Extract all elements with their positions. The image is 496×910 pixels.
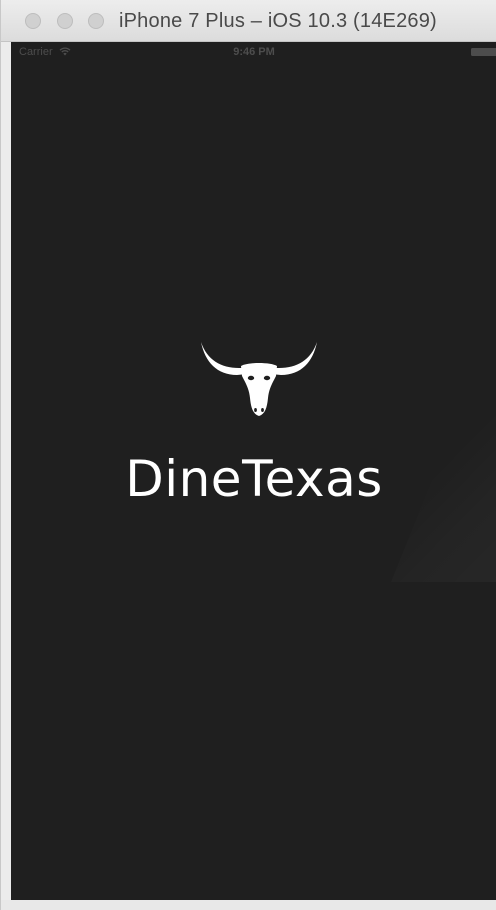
close-window-icon[interactable] [25,13,41,29]
background-light-streak [391,312,496,582]
simulator-window: iPhone 7 Plus – iOS 10.3 (14E269) Carrie… [0,0,496,910]
zoom-window-icon[interactable] [88,13,104,29]
minimize-window-icon[interactable] [57,13,73,29]
battery-icon [471,48,496,56]
window-title: iPhone 7 Plus – iOS 10.3 (14E269) [119,10,437,32]
device-screen[interactable]: Carrier 9:46 PM DineTexas [11,42,496,900]
status-bar: Carrier 9:46 PM [11,42,496,62]
status-time: 9:46 PM [233,46,275,58]
window-titlebar[interactable]: iPhone 7 Plus – iOS 10.3 (14E269) [1,0,496,42]
window-bottom-edge [1,900,496,910]
longhorn-skull-icon [201,342,317,416]
app-name-logotype: DineTexas [125,450,383,508]
